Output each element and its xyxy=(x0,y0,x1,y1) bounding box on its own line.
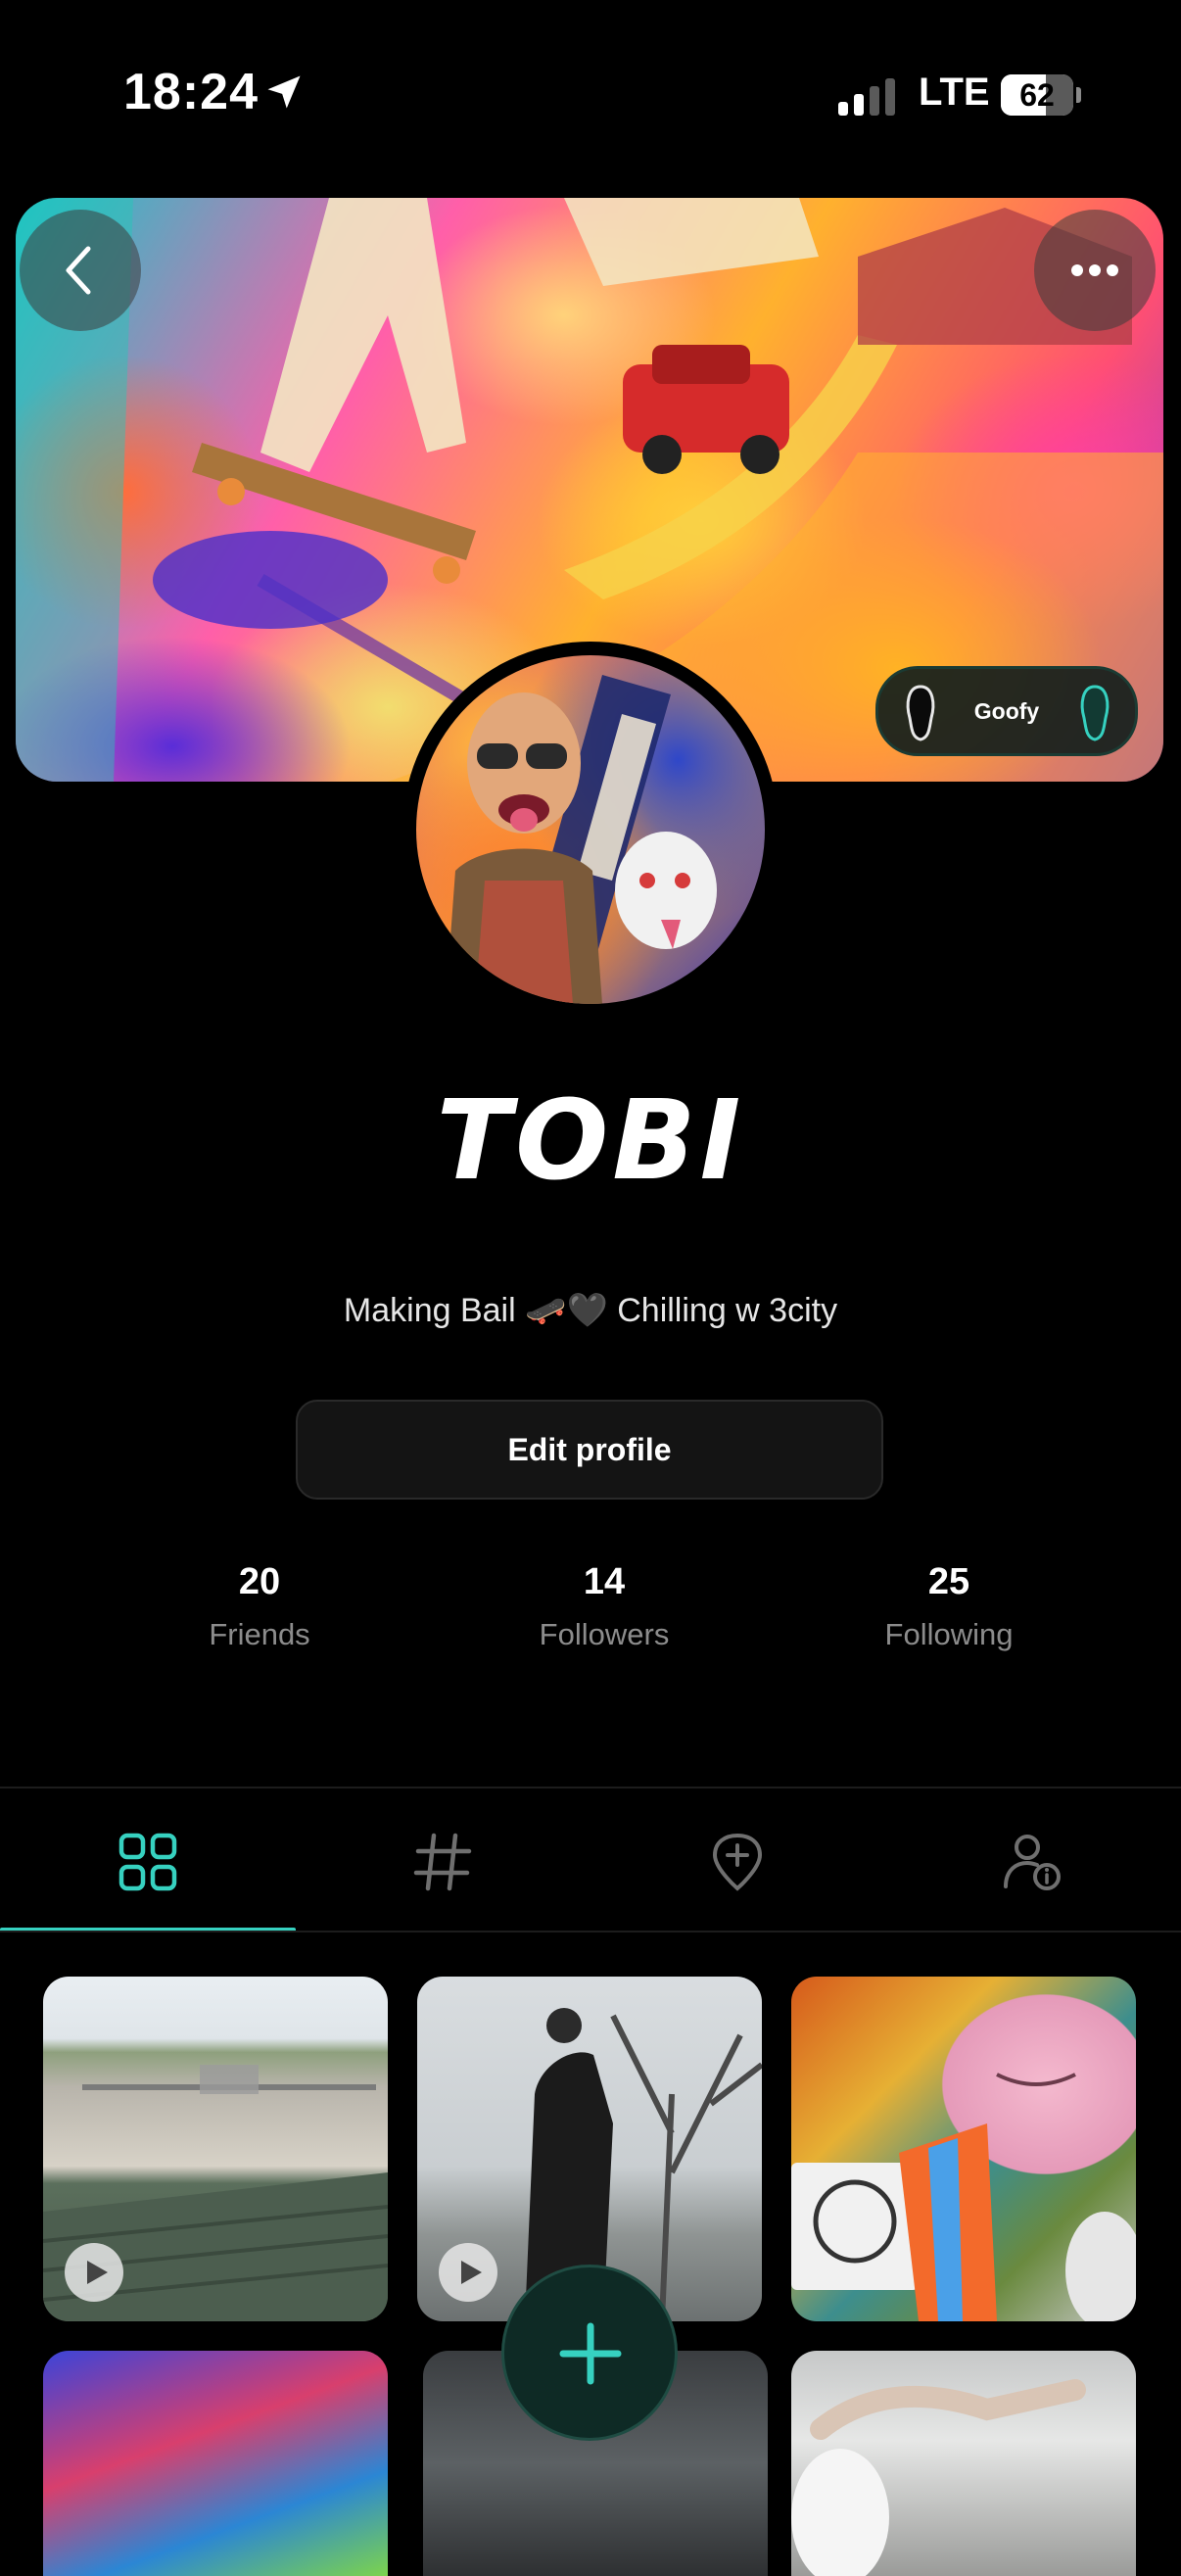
divider xyxy=(0,1931,1181,1932)
more-options-button[interactable] xyxy=(1034,210,1156,331)
location-arrow-icon xyxy=(267,75,301,109)
map-pin-plus-icon xyxy=(712,1833,763,1891)
user-info-icon xyxy=(1004,1835,1061,1890)
tab-posts-grid[interactable] xyxy=(0,1789,295,1932)
stat-friends[interactable]: 20 Friends xyxy=(113,1561,406,1652)
profile-tab-bar xyxy=(0,1789,1181,1932)
plus-icon xyxy=(559,2322,622,2385)
network-type: LTE xyxy=(919,71,990,114)
stat-value: 25 xyxy=(927,1561,970,1602)
battery-icon: 62 xyxy=(1001,74,1081,116)
profile-bio: Making Bail 🛹🖤 Chilling w 3city xyxy=(343,1292,838,1329)
stat-label: Followers xyxy=(539,1617,670,1651)
chevron-left-icon xyxy=(66,246,91,295)
avatar-art xyxy=(446,675,717,1004)
post-thumbnail[interactable] xyxy=(43,1977,388,2321)
post-thumbnail[interactable] xyxy=(791,2351,1136,2576)
back-button[interactable] xyxy=(20,210,141,331)
stat-following[interactable]: 25 Following xyxy=(802,1561,1096,1652)
tab-spots[interactable] xyxy=(590,1789,884,1932)
play-icon xyxy=(439,2243,497,2302)
post-image xyxy=(791,2073,1136,2321)
display-name: TOBI xyxy=(436,1077,745,1205)
post-thumbnail[interactable] xyxy=(791,1977,1136,2321)
hashtag-icon xyxy=(413,1833,472,1891)
battery-level: 62 xyxy=(1019,77,1055,113)
status-bar: 18:24 LTE 62 xyxy=(0,0,1181,186)
play-icon xyxy=(65,2243,123,2302)
stance-toggle[interactable]: Goofy xyxy=(875,666,1138,756)
stat-followers[interactable]: 14 Followers xyxy=(457,1561,751,1652)
avatar[interactable] xyxy=(402,642,779,1018)
post-thumbnail[interactable] xyxy=(43,2351,388,2576)
create-post-button[interactable] xyxy=(501,2265,678,2441)
tab-hashtags[interactable] xyxy=(295,1789,590,1932)
stat-value: 14 xyxy=(583,1561,626,1602)
grid-icon xyxy=(118,1833,177,1891)
tab-about[interactable] xyxy=(884,1789,1179,1932)
stat-label: Friends xyxy=(209,1617,310,1651)
avatar-image xyxy=(416,655,765,1004)
right-foot-icon xyxy=(1080,685,1110,741)
status-time: 18:24 xyxy=(123,64,259,120)
cellular-signal-icon xyxy=(838,78,895,116)
stat-label: Following xyxy=(884,1617,1014,1651)
edit-profile-button[interactable]: Edit profile xyxy=(296,1400,883,1500)
post-image xyxy=(791,2379,1086,2576)
stat-value: 20 xyxy=(238,1561,281,1602)
more-horizontal-icon xyxy=(1071,264,1118,276)
